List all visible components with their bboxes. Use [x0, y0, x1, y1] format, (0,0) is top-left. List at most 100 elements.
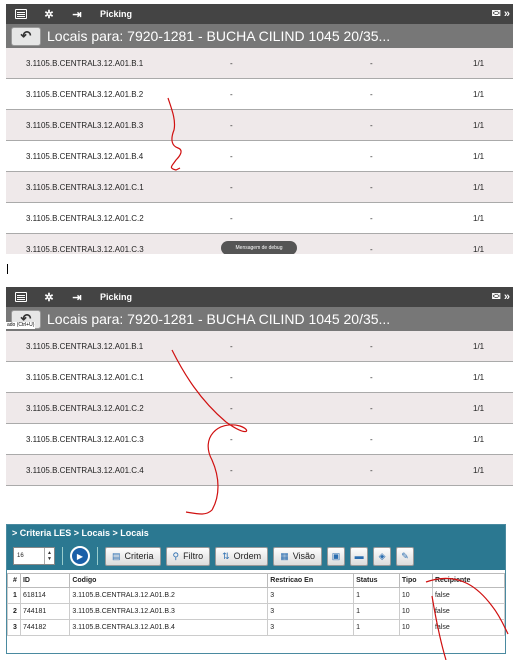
location-code: 3.1105.B.CENTRAL3.12.A01.B.3	[26, 120, 144, 130]
ordem-label: Ordem	[233, 551, 262, 561]
run-button[interactable]: ▶	[70, 546, 90, 566]
toolbar-divider	[97, 547, 98, 565]
picking-screen-before: ✲ ⇥ Picking ✉ » ↶ Locais para: 7920-1281…	[6, 4, 513, 254]
table-cell: false	[431, 603, 506, 620]
location-code: 3.1105.B.CENTRAL3.12.A01.C.4	[26, 465, 144, 475]
code-button[interactable]: ◈	[373, 546, 392, 566]
location-code: 3.1105.B.CENTRAL3.12.A01.B.1	[26, 58, 144, 68]
filtro-button[interactable]: ⚲ Filtro	[165, 546, 211, 566]
menu-icon[interactable]	[12, 7, 30, 21]
table-row[interactable]: 2 744181 3.1105.B.CENTRAL3.12.A01.B.3 3 1 10 f…	[7, 603, 506, 620]
table-cell: 1	[353, 603, 400, 620]
list-item[interactable]: 3.1105.B.CENTRAL3.12.A01.C.1 - - 1/1	[6, 362, 513, 393]
column-header[interactable]: #	[7, 573, 21, 588]
settings-gear-icon[interactable]: ✲	[40, 7, 58, 21]
table-cell: 3.1105.B.CENTRAL3.12.A01.B.4	[69, 619, 269, 636]
wrench-icon: ✎	[401, 550, 409, 561]
location-qty: 1/1	[473, 58, 485, 68]
location-col2: -	[230, 465, 233, 475]
grid-toolbar: 16 ▲ ▼ ▶ ▤ Criteria ⚲ Filtro ⇅ Ordem ▦ Visão …	[7, 542, 505, 570]
logout-icon[interactable]: ⇥	[68, 290, 86, 304]
export-icon: ▣	[331, 550, 341, 561]
column-header[interactable]: Codigo	[69, 573, 269, 588]
location-col3: -	[370, 341, 373, 351]
back-button[interactable]: ↶	[11, 26, 41, 46]
page-size-stepper[interactable]: 16 ▲ ▼	[13, 547, 55, 565]
app-title: Picking	[100, 9, 133, 19]
list-item[interactable]: 3.1105.B.CENTRAL3.12.A01.C.2 - - 1/1	[6, 393, 513, 424]
table-body: 1 618114 3.1105.B.CENTRAL3.12.A01.B.2 3 1 10 f…	[7, 587, 506, 636]
title-bar: ↶ ado (Ctrl+U) Locais para: 7920-1281 - …	[6, 307, 513, 331]
table-cell: 3	[267, 619, 355, 636]
location-code: 3.1105.B.CENTRAL3.12.A01.C.1	[26, 372, 144, 382]
location-qty: 1/1	[473, 372, 485, 382]
location-col2: -	[230, 434, 233, 444]
location-qty: 1/1	[473, 182, 485, 192]
location-qty: 1/1	[473, 244, 485, 254]
location-col2: -	[230, 58, 233, 68]
menu-icon[interactable]	[12, 290, 30, 304]
save-icon: ▬	[354, 551, 364, 561]
location-col3: -	[370, 403, 373, 413]
location-qty: 1/1	[473, 89, 485, 99]
ordem-button[interactable]: ⇅ Ordem	[215, 546, 269, 566]
table-row[interactable]: 3 744182 3.1105.B.CENTRAL3.12.A01.B.4 3 1 10 f…	[7, 619, 506, 636]
list-item[interactable]: 3.1105.B.CENTRAL3.12.A01.B.1 - - 1/1	[6, 48, 513, 79]
table-cell: 1	[353, 587, 400, 604]
filtro-label: Filtro	[183, 551, 204, 561]
debug-message-button[interactable]: Mensagem de debug	[221, 241, 297, 254]
location-col3: -	[370, 89, 373, 99]
location-col2: -	[230, 89, 233, 99]
column-header[interactable]: Recipiente	[431, 573, 506, 588]
filter-icon: ⚲	[172, 550, 180, 561]
list-item[interactable]: 3.1105.B.CENTRAL3.12.A01.B.2 - - 1/1	[6, 79, 513, 110]
column-header[interactable]: Restricao En	[267, 573, 355, 588]
column-header[interactable]: Tipo	[398, 573, 433, 588]
code-icon: ◈	[378, 550, 386, 561]
location-code: 3.1105.B.CENTRAL3.12.A01.B.4	[26, 151, 144, 161]
top-bar: ✲ ⇥ Picking ✉ »	[6, 287, 513, 307]
visao-button[interactable]: ▦ Visão	[273, 546, 323, 566]
table-cell: 3.1105.B.CENTRAL3.12.A01.B.2	[69, 587, 269, 604]
list-item[interactable]: 3.1105.B.CENTRAL3.12.A01.C.1 - - 1/1	[6, 172, 513, 203]
toolbar-divider	[62, 547, 63, 565]
list-item[interactable]: 3.1105.B.CENTRAL3.12.A01.B.1 - - 1/1	[6, 331, 513, 362]
more-indicator: »	[503, 8, 510, 20]
list-item[interactable]: 3.1105.B.CENTRAL3.12.A01.B.4 - - 1/1	[6, 141, 513, 172]
inbox-icon[interactable]: ✉ »	[492, 290, 510, 303]
location-col2: -	[230, 341, 233, 351]
sort-icon: ⇅	[222, 550, 230, 561]
export-button[interactable]: ▣	[327, 546, 346, 566]
list-item[interactable]: 3.1105.B.CENTRAL3.12.A01.C.3 - - 1/1	[6, 424, 513, 455]
location-qty: 1/1	[473, 434, 485, 444]
column-header[interactable]: Status	[353, 573, 400, 588]
inbox-icon[interactable]: ✉ »	[492, 7, 510, 20]
location-col2: -	[230, 213, 233, 223]
visao-label: Visão	[292, 551, 316, 561]
location-col3: -	[370, 58, 373, 68]
list-item[interactable]: 3.1105.B.CENTRAL3.12.A01.C.2 - - 1/1	[6, 203, 513, 234]
settings-gear-icon[interactable]: ✲	[40, 290, 58, 304]
location-col3: -	[370, 120, 373, 130]
location-code: 3.1105.B.CENTRAL3.12.A01.C.3	[26, 434, 144, 444]
picking-screen-after: ✲ ⇥ Picking ✉ » ↶ ado (Ctrl+U) Locais pa…	[6, 287, 513, 517]
table-cell: 3	[267, 587, 355, 604]
save-button[interactable]: ▬	[350, 546, 369, 566]
column-header[interactable]: ID	[19, 573, 71, 588]
more-indicator: »	[503, 291, 510, 303]
list-item[interactable]: 3.1105.B.CENTRAL3.12.A01.C.4 - - 1/1	[6, 455, 513, 486]
criteria-button[interactable]: ▤ Criteria	[105, 546, 161, 566]
location-col2: -	[230, 372, 233, 382]
location-code: 3.1105.B.CENTRAL3.12.A01.B.1	[26, 341, 144, 351]
tools-button[interactable]: ✎	[396, 546, 415, 566]
table-cell: false	[431, 587, 506, 604]
location-code: 3.1105.B.CENTRAL3.12.A01.C.3	[26, 244, 144, 254]
stepper-arrows-icon[interactable]: ▲ ▼	[44, 548, 54, 564]
title-bar: ↶ Locais para: 7920-1281 - BUCHA CILIND …	[6, 24, 513, 48]
location-code: 3.1105.B.CENTRAL3.12.A01.C.2	[26, 403, 144, 413]
location-col3: -	[370, 244, 373, 254]
table-row[interactable]: 1 618114 3.1105.B.CENTRAL3.12.A01.B.2 3 1 10 f…	[7, 587, 506, 604]
list-item[interactable]: 3.1105.B.CENTRAL3.12.A01.B.3 - - 1/1	[6, 110, 513, 141]
location-code: 3.1105.B.CENTRAL3.12.A01.C.1	[26, 182, 144, 192]
logout-icon[interactable]: ⇥	[68, 7, 86, 21]
